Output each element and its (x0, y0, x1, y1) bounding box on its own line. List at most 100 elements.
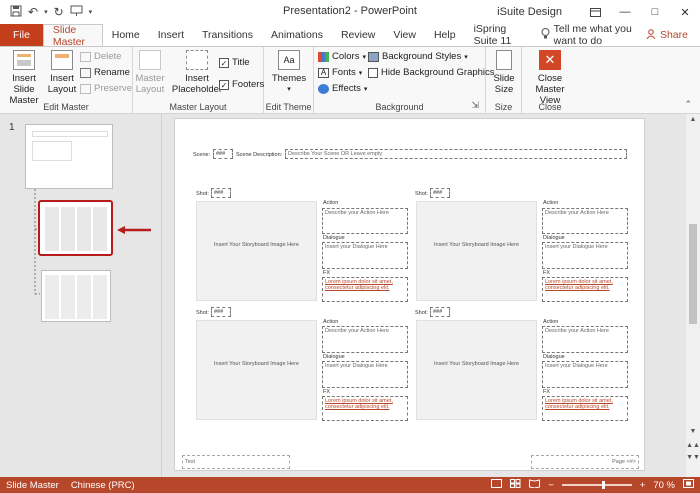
reading-view-icon[interactable] (529, 479, 541, 491)
effects-button[interactable]: Effects ▾ (318, 83, 367, 94)
insert-placeholder-button[interactable]: Insert Placeholder (172, 50, 222, 95)
tab-transitions[interactable]: Transitions (193, 24, 262, 46)
ribbon-display-options-icon[interactable] (580, 0, 610, 24)
storyboard-image-placeholder[interactable]: Insert Your Storyboard Image Here (196, 201, 317, 301)
dialogue-placeholder[interactable]: Insert your Dialogue Here (542, 361, 628, 388)
slide-editing-canvas[interactable]: Scene: ### Scene Description: Describe Y… (162, 114, 686, 477)
undo-icon[interactable]: ↶ (28, 5, 38, 19)
placeholder-icon (186, 50, 208, 70)
dropdown-icon: ▾ (362, 53, 366, 61)
shot-number-placeholder[interactable]: ### (211, 307, 231, 317)
fx-placeholder[interactable]: Lorem ipsum dolor sit amet, consectetur a… (322, 277, 408, 302)
fx-placeholder[interactable]: Lorem ipsum dolor sit amet, consectetur a… (542, 396, 628, 421)
ribbon-tabs: File Slide Master Home Insert Transition… (0, 23, 700, 48)
themes-button[interactable]: Aa Themes ▾ (272, 50, 306, 95)
dialogue-placeholder[interactable]: Insert your Dialogue Here (322, 242, 408, 269)
shot-label: Shot: (196, 191, 209, 197)
zoom-slider[interactable] (561, 481, 632, 489)
action-placeholder[interactable]: Describe your Action Here (542, 208, 628, 234)
zoom-slider-thumb[interactable] (601, 481, 605, 489)
layout-thumbnail-selected[interactable] (38, 200, 113, 256)
tab-ispring-suite[interactable]: iSpring Suite 11 (465, 23, 533, 47)
colors-button[interactable]: Colors ▾ (318, 51, 366, 62)
zoom-out-icon[interactable]: − (548, 480, 554, 491)
fonts-button[interactable]: A Fonts ▾ (318, 67, 362, 78)
tell-me-search[interactable]: Tell me what you want to do (533, 23, 646, 47)
normal-view-icon[interactable] (491, 479, 503, 491)
footers-checkbox[interactable]: ✓ Footers (219, 79, 264, 90)
delete-button[interactable]: Delete (80, 51, 121, 62)
tab-review[interactable]: Review (332, 24, 384, 46)
tab-slide-master[interactable]: Slide Master (42, 24, 103, 48)
insert-layout-button[interactable]: Insert Layout (48, 50, 76, 95)
share-button[interactable]: Share (646, 24, 700, 46)
scroll-up-icon[interactable]: ▲ (686, 116, 700, 123)
dialogue-placeholder[interactable]: Insert your Dialogue Here (322, 361, 408, 388)
close-window-icon[interactable]: ✕ (670, 0, 700, 24)
scroll-down-icon[interactable]: ▼ (686, 428, 700, 435)
previous-slide-icon[interactable]: ▲▲ (686, 442, 700, 449)
page-number-placeholder[interactable]: Page <#> (531, 455, 639, 469)
tab-help[interactable]: Help (425, 24, 465, 46)
vertical-scrollbar[interactable]: ▲ ▼ ▲▲ ▼▼ (686, 114, 700, 477)
action-placeholder[interactable]: Describe your Action Here (322, 326, 408, 353)
dialogue-placeholder[interactable]: Insert your Dialogue Here (542, 242, 628, 269)
save-icon[interactable] (10, 5, 22, 20)
storyboard-image-placeholder[interactable]: Insert Your Storyboard Image Here (196, 320, 317, 420)
thumbnail-pane[interactable]: 1 (0, 114, 162, 477)
background-styles-button[interactable]: Background Styles ▾ (368, 51, 468, 62)
storyboard-image-placeholder[interactable]: Insert Your Storyboard Image Here (416, 201, 537, 301)
tab-view[interactable]: View (384, 24, 425, 46)
collapse-ribbon-icon[interactable]: ⌃ (684, 99, 692, 110)
layout-icon (51, 50, 73, 70)
shot-number-placeholder[interactable]: ### (430, 188, 450, 198)
shot-label: Shot: (415, 191, 428, 197)
hide-background-graphics-checkbox[interactable]: Hide Background Graphics (368, 67, 495, 78)
tab-animations[interactable]: Animations (262, 24, 332, 46)
master-layout-button[interactable]: Master Layout (135, 50, 165, 95)
scene-number-placeholder[interactable]: ### (213, 149, 233, 159)
footer-placeholder[interactable]: Text (182, 455, 290, 469)
present-icon[interactable] (70, 5, 83, 20)
tab-home[interactable]: Home (103, 24, 149, 46)
shot-number-placeholder[interactable]: ### (211, 188, 231, 198)
slide-layout[interactable]: Scene: ### Scene Description: Describe Y… (174, 118, 645, 471)
undo-dropdown-icon[interactable]: ▾ (44, 8, 48, 16)
fit-slide-icon[interactable] (683, 479, 694, 491)
scene-description-placeholder[interactable]: Describe Your Scene OR Leave empty (285, 149, 627, 159)
zoom-level[interactable]: 70 % (653, 480, 675, 491)
fx-label: FX (543, 270, 551, 276)
action-placeholder[interactable]: Describe your Action Here (542, 326, 628, 353)
storyboard-image-placeholder[interactable]: Insert Your Storyboard Image Here (416, 320, 537, 420)
shot-label: Shot: (415, 310, 428, 316)
action-placeholder[interactable]: Describe your Action Here (322, 208, 408, 234)
preserve-button[interactable]: Preserve (80, 83, 132, 94)
fx-label: FX (323, 270, 331, 276)
next-slide-icon[interactable]: ▼▼ (686, 454, 700, 461)
tab-insert[interactable]: Insert (149, 24, 193, 46)
slide-size-button[interactable]: Slide Size (492, 50, 516, 95)
group-master-layout: Master Layout Insert Placeholder ✓ Title… (133, 47, 264, 114)
rename-button[interactable]: Rename (80, 67, 130, 78)
action-label: Action (543, 200, 559, 206)
slide-sorter-icon[interactable] (510, 479, 521, 491)
insert-slide-master-button[interactable]: Insert Slide Master (3, 50, 45, 106)
user-name[interactable]: iSuite Design (497, 6, 562, 18)
tab-file[interactable]: File (0, 24, 43, 46)
redo-icon[interactable]: ↻ (54, 5, 64, 19)
zoom-in-icon[interactable]: + (640, 480, 646, 491)
effects-icon (318, 83, 329, 94)
minimize-icon[interactable]: — (610, 0, 640, 24)
close-master-view-button[interactable]: ✕ Close Master View (526, 50, 574, 106)
scrollbar-thumb[interactable] (689, 224, 697, 324)
fx-placeholder[interactable]: Lorem ipsum dolor sit amet, consectetur a… (542, 277, 628, 302)
fx-placeholder[interactable]: Lorem ipsum dolor sit amet, consectetur a… (322, 396, 408, 421)
customize-toolbar-icon[interactable]: ▾ (89, 8, 93, 16)
maximize-icon[interactable]: □ (640, 0, 670, 24)
themes-icon: Aa (278, 50, 300, 70)
shot-number-placeholder[interactable]: ### (430, 307, 450, 317)
language-indicator[interactable]: Chinese (PRC) (65, 480, 141, 491)
layout-thumbnail[interactable] (41, 270, 111, 322)
dialog-launcher-icon[interactable]: ⇲ (471, 100, 479, 111)
title-checkbox[interactable]: ✓ Title (219, 57, 250, 68)
